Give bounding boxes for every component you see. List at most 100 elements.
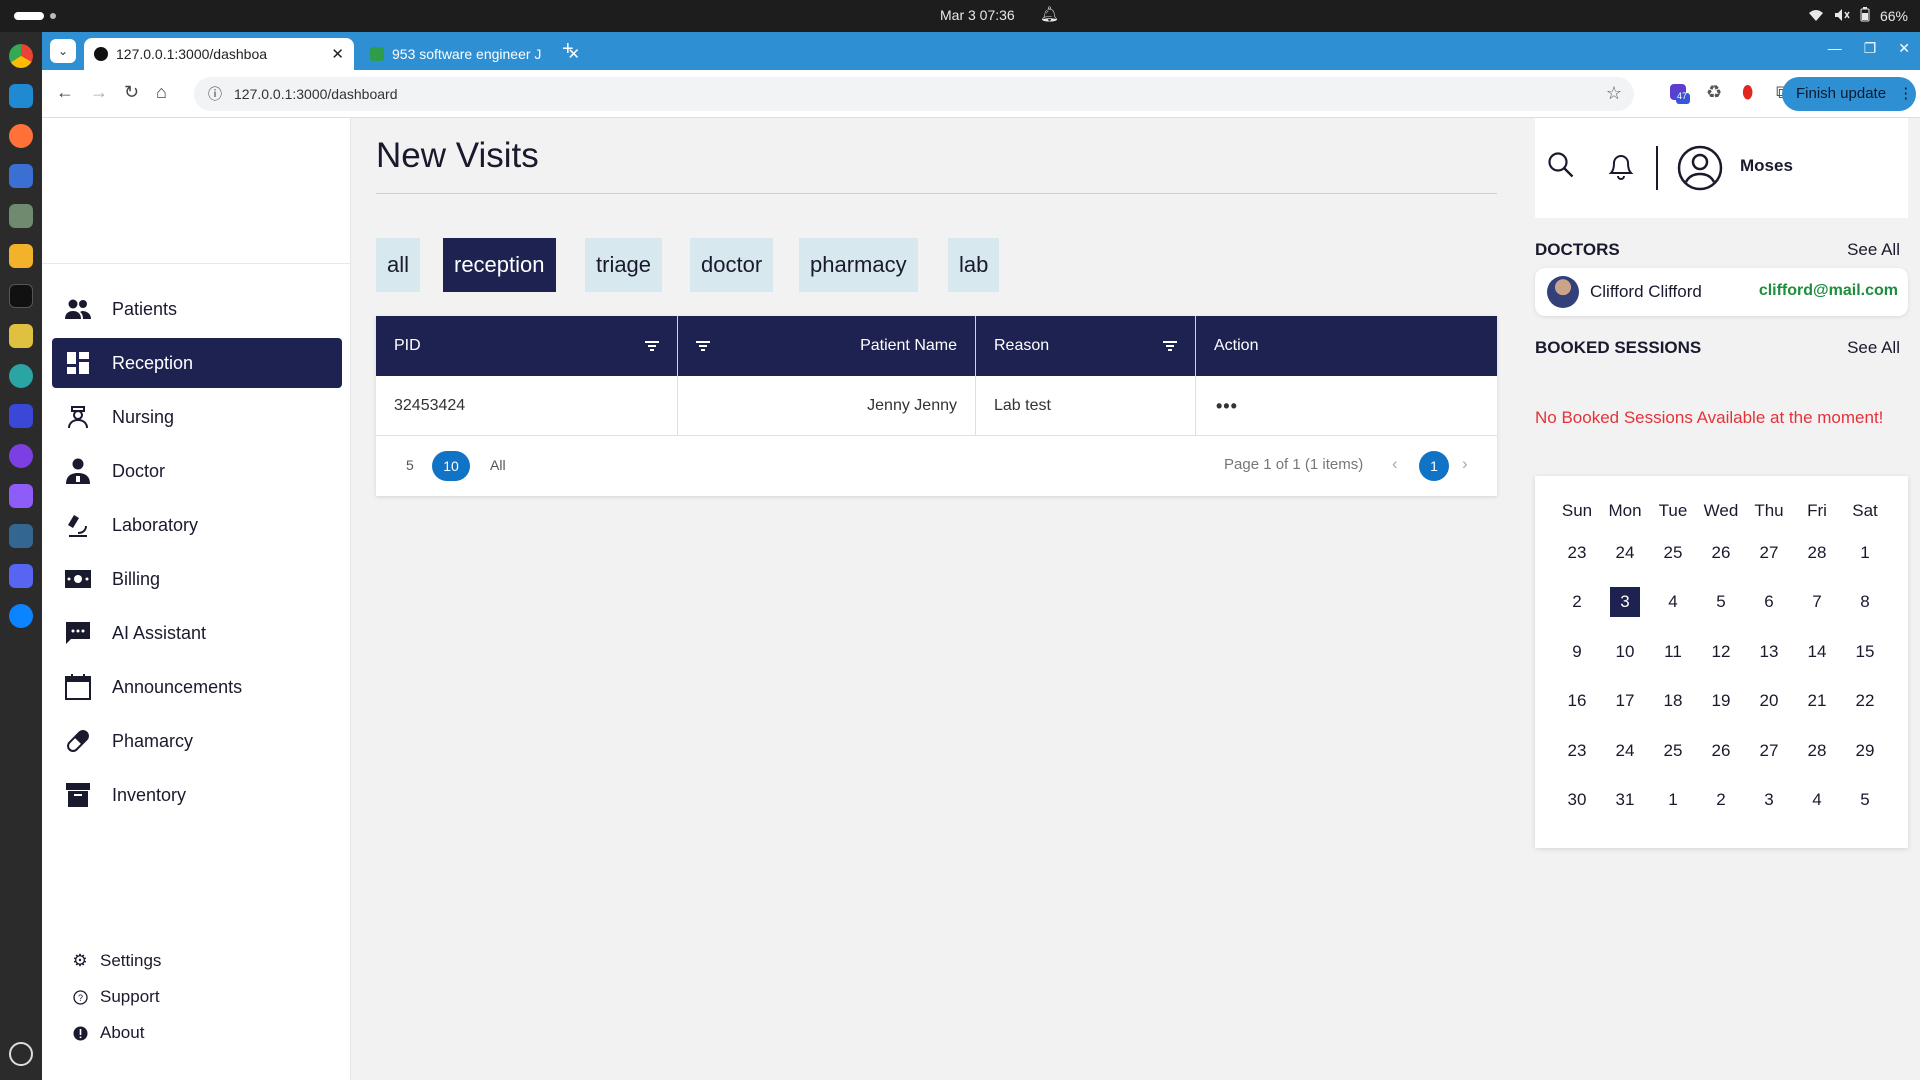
address-bar[interactable]: ⓘ 127.0.0.1:3000/dashboard ☆ <box>194 77 1634 111</box>
calendar-day[interactable]: 23 <box>1553 726 1601 776</box>
calendar-day[interactable]: 29 <box>1841 726 1889 776</box>
calendar-day[interactable]: 9 <box>1553 627 1601 677</box>
discord-icon[interactable] <box>9 564 33 588</box>
row-actions-menu[interactable]: ••• <box>1196 376 1497 436</box>
next-page-chevron-icon[interactable]: › <box>1462 454 1468 474</box>
obsidian-icon[interactable] <box>9 484 33 508</box>
calendar-day[interactable]: 30 <box>1553 776 1601 826</box>
calendar-day[interactable]: 10 <box>1601 627 1649 677</box>
sidebar-item-reception[interactable]: Reception <box>52 338 342 388</box>
user-name[interactable]: Moses <box>1740 156 1793 176</box>
calendar-day[interactable]: 5 <box>1841 776 1889 826</box>
table-row[interactable]: 32453424 Jenny Jenny Lab test ••• <box>376 376 1497 436</box>
calendar-day[interactable]: 24 <box>1601 726 1649 776</box>
minimize-icon[interactable]: — <box>1828 40 1842 57</box>
calendar-day[interactable]: 26 <box>1697 726 1745 776</box>
extension-badge-icon[interactable]: 47 <box>1668 82 1690 109</box>
chrome-icon[interactable] <box>9 44 33 68</box>
finish-update-button[interactable]: Finish update ⋮ <box>1782 77 1916 111</box>
column-header-reason[interactable]: Reason <box>976 316 1196 376</box>
system-clock[interactable]: Mar 3 07:36 <box>940 7 1015 23</box>
page-size-all[interactable]: All <box>490 457 506 473</box>
forward-arrow-icon[interactable]: → <box>90 82 108 103</box>
firefox-icon[interactable] <box>9 124 33 148</box>
screenshot-app-icon[interactable] <box>9 164 33 188</box>
activities-indicator[interactable] <box>14 12 44 20</box>
bookmark-star-icon[interactable]: ☆ <box>1606 83 1622 104</box>
doctor-email[interactable]: clifford@mail.com <box>1759 282 1898 300</box>
calendar-day[interactable]: 28 <box>1793 726 1841 776</box>
page-size-10[interactable]: 10 <box>432 451 470 481</box>
calendar-day[interactable]: 24 <box>1601 528 1649 578</box>
filter-chip-reception[interactable]: reception <box>443 238 556 292</box>
calendar-day[interactable]: 4 <box>1793 776 1841 826</box>
filter-icon[interactable] <box>645 341 659 351</box>
user-avatar-icon[interactable] <box>1677 145 1723 196</box>
calendar-day[interactable]: 28 <box>1793 528 1841 578</box>
tab-job-search[interactable]: 953 software engineer J ✕ <box>360 38 590 70</box>
filter-icon[interactable] <box>696 341 710 351</box>
doctors-see-all-link[interactable]: See All <box>1847 240 1900 260</box>
calendar-day[interactable]: 12 <box>1697 627 1745 677</box>
calendar-day[interactable]: 8 <box>1841 578 1889 628</box>
calendar-day[interactable]: 17 <box>1601 677 1649 727</box>
calendar-day-today[interactable]: 3 <box>1601 578 1649 628</box>
sidebar-item-ai-assistant[interactable]: AI Assistant <box>52 608 342 658</box>
filter-chip-doctor[interactable]: doctor <box>690 238 774 292</box>
notification-bell-icon[interactable]: 🔔︎ <box>1040 5 1059 23</box>
calendar-day[interactable]: 19 <box>1697 677 1745 727</box>
calendar-day[interactable]: 18 <box>1649 677 1697 727</box>
calendar-day[interactable]: 5 <box>1697 578 1745 628</box>
calendar-day[interactable]: 25 <box>1649 528 1697 578</box>
column-header-pid[interactable]: PID <box>376 316 678 376</box>
postgres-icon[interactable] <box>9 524 33 548</box>
tab-search-chevron-icon[interactable]: ⌄ <box>50 39 76 63</box>
home-icon[interactable]: ⌂ <box>156 82 167 103</box>
opera-extension-icon[interactable]: ⬮ <box>1742 82 1753 103</box>
calendar-day[interactable]: 26 <box>1697 528 1745 578</box>
sidebar-footer-support[interactable]: ? Support <box>72 987 160 1007</box>
search-icon[interactable] <box>1547 151 1575 184</box>
sidebar-item-billing[interactable]: Billing <box>52 554 342 604</box>
calendar-day[interactable]: 14 <box>1793 627 1841 677</box>
files-icon[interactable] <box>9 204 33 228</box>
calendar-day[interactable]: 11 <box>1649 627 1697 677</box>
back-arrow-icon[interactable]: ← <box>56 82 74 103</box>
calendar-day[interactable]: 21 <box>1793 677 1841 727</box>
doctor-card[interactable]: Clifford Clifford clifford@mail.com <box>1535 268 1908 316</box>
sidebar-item-phamarcy[interactable]: Phamarcy <box>52 716 342 766</box>
site-info-icon[interactable]: ⓘ <box>208 84 222 104</box>
close-tab-icon[interactable]: ✕ <box>331 45 344 63</box>
prev-page-chevron-icon[interactable]: ‹ <box>1392 454 1398 474</box>
calendar-day[interactable]: 6 <box>1745 578 1793 628</box>
calendar-day[interactable]: 1 <box>1841 528 1889 578</box>
sidebar-item-doctor[interactable]: Doctor <box>52 446 342 496</box>
calendar-day[interactable]: 1 <box>1649 776 1697 826</box>
filter-chip-triage[interactable]: triage <box>585 238 663 292</box>
recycle-extension-icon[interactable]: ♻ <box>1706 82 1722 103</box>
terminal-icon[interactable] <box>9 284 33 308</box>
chrome-profile-icon[interactable] <box>9 364 33 388</box>
text-editor-icon[interactable] <box>9 244 33 268</box>
sidebar-footer-settings[interactable]: ⚙ Settings <box>72 951 161 971</box>
calendar-day[interactable]: 13 <box>1745 627 1793 677</box>
filter-icon[interactable] <box>1163 341 1177 351</box>
new-tab-plus-icon[interactable]: + <box>562 38 574 61</box>
system-tray[interactable]: 66% <box>1808 7 1908 25</box>
calendar-day[interactable]: 2 <box>1553 578 1601 628</box>
calendar-day[interactable]: 31 <box>1601 776 1649 826</box>
more-vert-icon[interactable]: ⋮ <box>1898 85 1913 102</box>
calendar-day[interactable]: 23 <box>1553 528 1601 578</box>
vscode-icon[interactable] <box>9 84 33 108</box>
calendar-day[interactable]: 2 <box>1697 776 1745 826</box>
browser-purple-icon[interactable] <box>9 444 33 468</box>
column-header-patient-name[interactable]: Patient Name <box>678 316 976 376</box>
sidebar-item-nursing[interactable]: Nursing <box>52 392 342 442</box>
calendar-day[interactable]: 7 <box>1793 578 1841 628</box>
filter-chip-pharmacy[interactable]: pharmacy <box>799 238 918 292</box>
sidebar-item-laboratory[interactable]: Laboratory <box>52 500 342 550</box>
reload-icon[interactable]: ↻ <box>124 82 139 103</box>
page-size-5[interactable]: 5 <box>406 457 414 473</box>
game-app-icon[interactable] <box>9 324 33 348</box>
sidebar-item-announcements[interactable]: Announcements <box>52 662 342 712</box>
